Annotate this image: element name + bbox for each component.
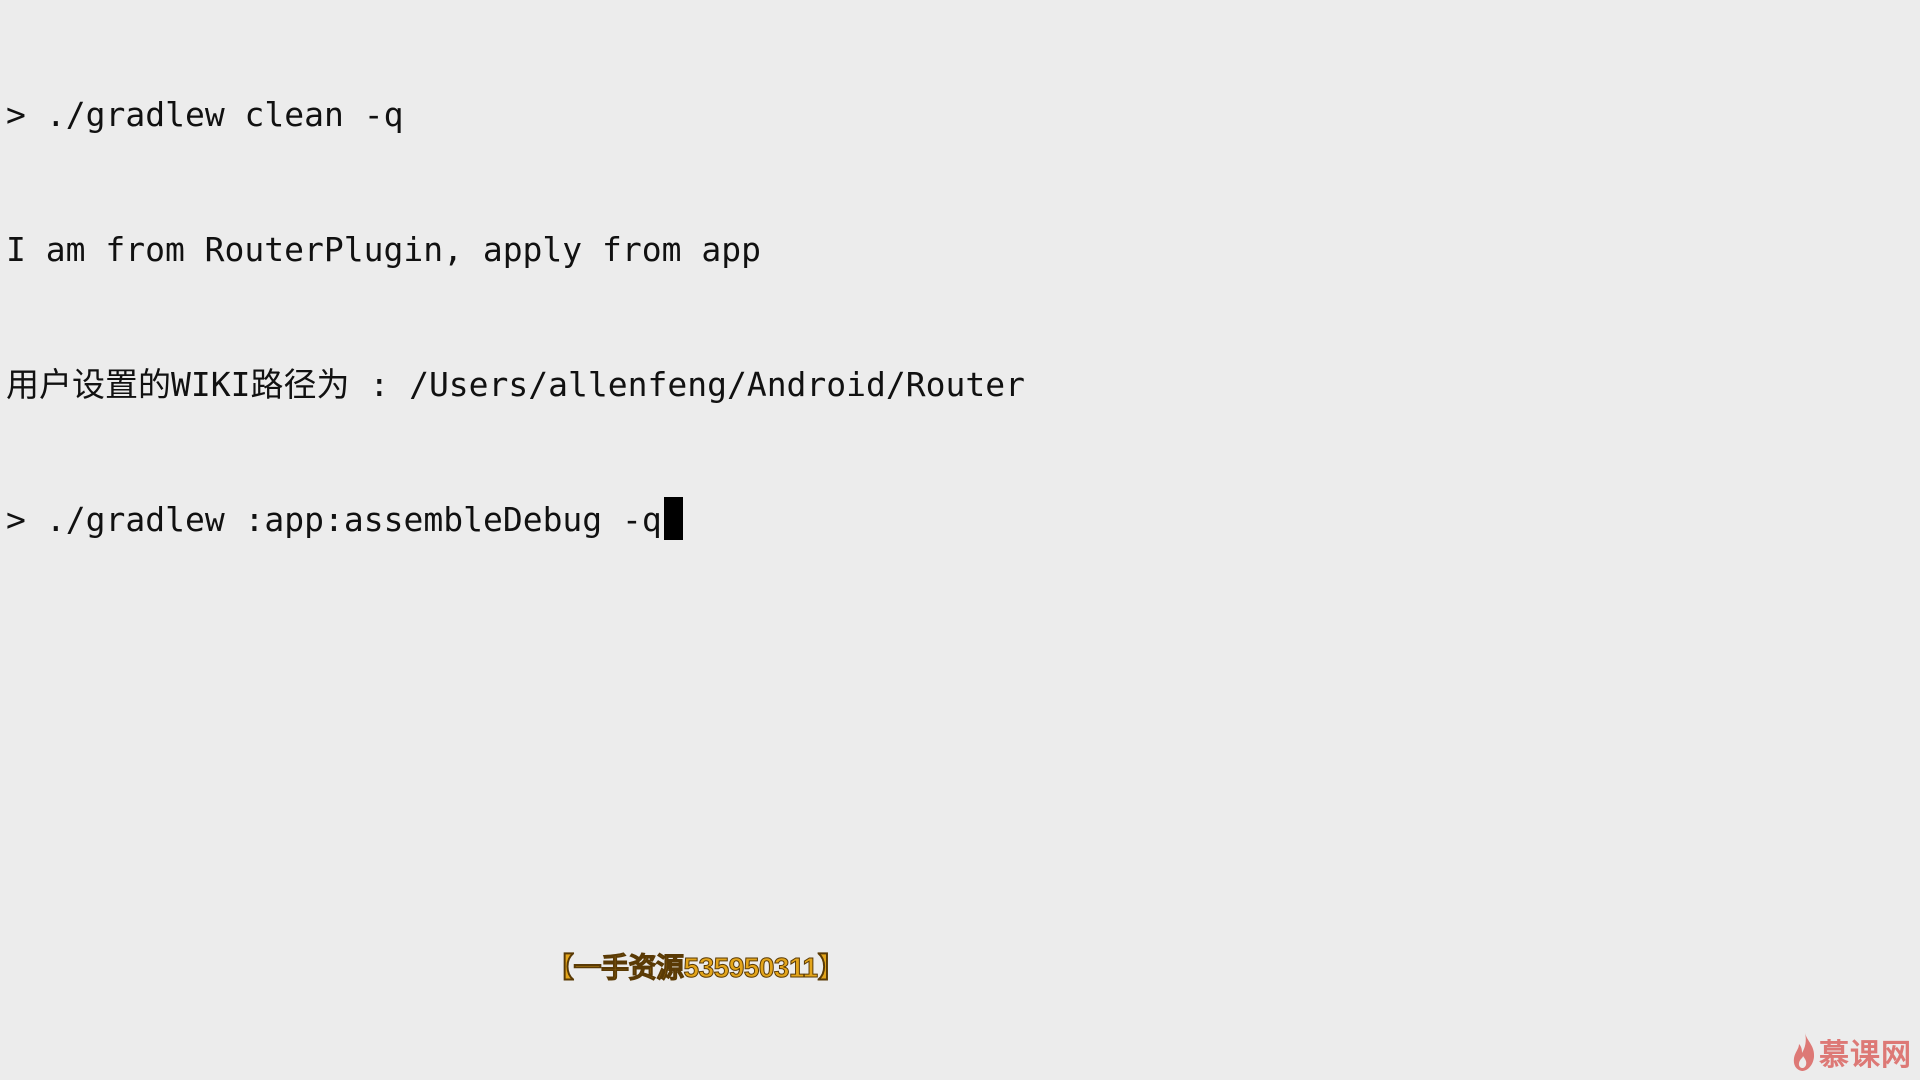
prompt-symbol: >: [6, 95, 26, 134]
terminal-output: > ./gradlew clean -q I am from RouterPlug…: [6, 2, 1025, 632]
output-text: I am from RouterPlugin, apply from app: [6, 230, 761, 269]
brand-logo: 慕课网: [1791, 1030, 1912, 1074]
text-cursor: [663, 497, 683, 540]
watermark-text: 【一手资源535950311】: [545, 952, 846, 984]
prompt-symbol: >: [6, 500, 26, 539]
terminal-line: > ./gradlew clean -q: [6, 92, 1025, 137]
output-text: 用户设置的WIKI路径为 : /Users/allenfeng/Android/…: [6, 365, 1025, 404]
command-text: ./gradlew clean -q: [45, 95, 404, 134]
terminal-input-line[interactable]: > ./gradlew :app:assembleDebug -q: [6, 497, 1025, 542]
terminal-line: 用户设置的WIKI路径为 : /Users/allenfeng/Android/…: [6, 362, 1025, 407]
terminal-line: I am from RouterPlugin, apply from app: [6, 227, 1025, 272]
command-input-text[interactable]: ./gradlew :app:assembleDebug -q: [46, 500, 662, 539]
flame-icon: [1793, 1033, 1815, 1071]
terminal-window[interactable]: > ./gradlew clean -q I am from RouterPlug…: [0, 0, 1920, 1080]
logo-text: 慕课网: [1819, 1038, 1912, 1073]
